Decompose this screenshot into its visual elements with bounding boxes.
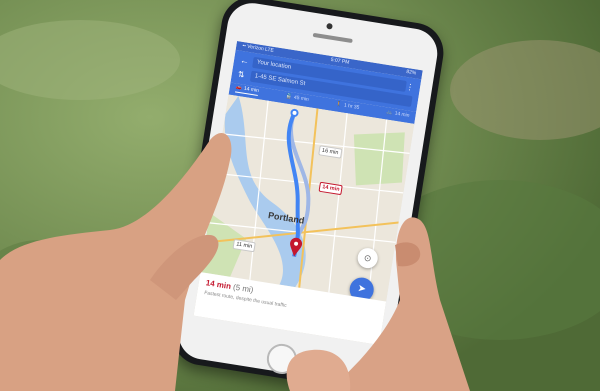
car-icon: 🚗 — [235, 84, 243, 92]
bike-icon: 🚲 — [386, 109, 394, 117]
route-distance: (5 mi) — [232, 282, 255, 295]
status-battery: 82% — [405, 68, 417, 77]
walk-icon: 🚶 — [335, 101, 343, 109]
tab-bike-label: 14 min — [394, 110, 410, 119]
tab-transit[interactable]: 🚆 45 min — [285, 93, 309, 103]
navigation-arrow-icon: ➤ — [356, 282, 367, 296]
tab-drive[interactable]: 🚗 14 min — [235, 84, 260, 96]
route-time: 14 min — [205, 278, 232, 292]
origin-marker — [290, 108, 299, 117]
tab-bike[interactable]: 🚲 14 min — [386, 109, 410, 119]
tab-drive-label: 14 min — [243, 85, 260, 94]
tab-walk[interactable]: 🚶 1 hr 35 — [335, 101, 359, 111]
transit-icon: 🚆 — [285, 93, 293, 101]
tab-walk-label: 1 hr 35 — [343, 102, 360, 111]
map-canvas[interactable] — [200, 94, 415, 302]
more-options-icon[interactable]: ⋮ — [405, 82, 414, 92]
swap-icon[interactable]: ⇅ — [237, 69, 248, 79]
photo-scene: •• Verizon LTE 5:07 PM 82% ← Your locati… — [0, 0, 600, 391]
tab-transit-label: 45 min — [293, 94, 310, 103]
crosshair-icon: ⊙ — [363, 252, 373, 264]
back-arrow-icon[interactable]: ← — [239, 55, 250, 66]
